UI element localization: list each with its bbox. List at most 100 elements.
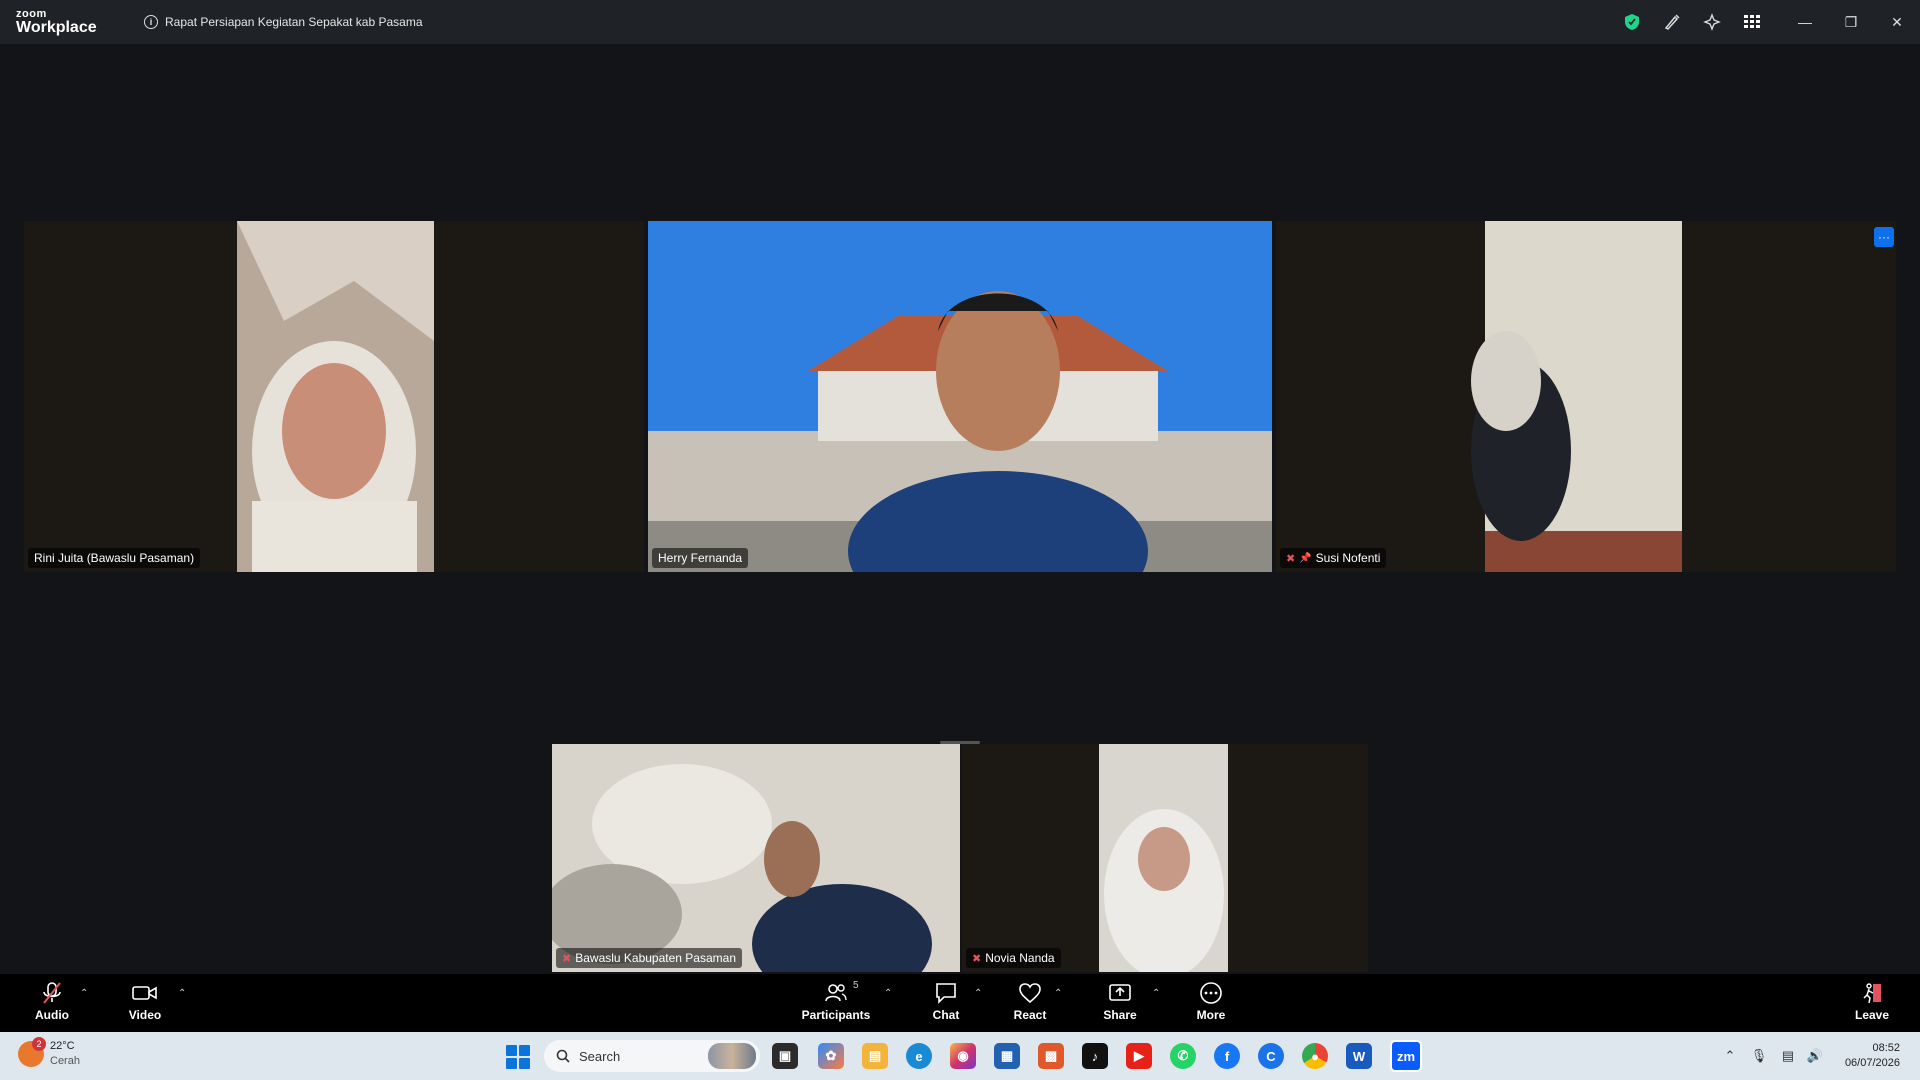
react-options-caret-icon[interactable]: ⌃: [1054, 988, 1062, 999]
name-tag: Rini Juita (Bawaslu Pasaman): [28, 548, 201, 568]
task-view-icon[interactable]: ▣: [772, 1043, 798, 1069]
chrome-icon[interactable]: ●: [1302, 1043, 1328, 1069]
meeting-toolbar: Audio ⌃ Video ⌃ Participants 5 ⌃ Chat ⌃ …: [0, 974, 1920, 1032]
meeting-title: Rapat Persiapan Kegiatan Sepakat kab Pas…: [165, 15, 423, 29]
minimize-button[interactable]: —: [1782, 0, 1828, 44]
audio-options-caret-icon[interactable]: ⌃: [80, 988, 88, 999]
participants-label: Participants: [801, 1008, 871, 1022]
more-button[interactable]: More: [1176, 980, 1246, 1022]
tray-network-icon[interactable]: ▤: [1774, 1048, 1802, 1064]
video-tile-susi[interactable]: ✖ 📌 Susi Nofenti: [1276, 221, 1896, 572]
browser-c-icon[interactable]: C: [1258, 1043, 1284, 1069]
participant-name: Rini Juita (Bawaslu Pasaman): [34, 551, 195, 565]
react-label: React: [1013, 1008, 1047, 1022]
video-button[interactable]: Video: [110, 980, 180, 1022]
search-icon: [556, 1049, 570, 1063]
microsoft-store-icon[interactable]: ▦: [994, 1043, 1020, 1069]
participant-name: Herry Fernanda: [658, 551, 743, 565]
pin-icon: 📌: [1299, 552, 1312, 564]
facebook-icon[interactable]: f: [1214, 1043, 1240, 1069]
share-screen-icon: [1109, 984, 1131, 1001]
more-ellipsis-icon: [1200, 982, 1222, 1004]
weather-widget[interactable]: 2 22°C Cerah: [18, 1037, 80, 1069]
security-shield-icon[interactable]: [1612, 0, 1652, 44]
chat-options-caret-icon[interactable]: ⌃: [974, 988, 982, 999]
mic-muted-icon: [43, 982, 61, 1004]
video-tile-rini[interactable]: Rini Juita (Bawaslu Pasaman): [24, 221, 644, 572]
instagram-icon[interactable]: ◉: [950, 1043, 976, 1069]
participants-button[interactable]: Participants: [801, 980, 871, 1022]
whiteboard-pen-icon[interactable]: [1652, 0, 1692, 44]
leave-button[interactable]: Leave: [1837, 980, 1907, 1022]
leave-door-icon: [1863, 983, 1881, 1004]
clock-date: 06/07/2026: [1844, 1057, 1900, 1069]
name-tag: ✖ Novia Nanda: [966, 948, 1061, 968]
video-tile-herry[interactable]: Herry Fernanda: [648, 221, 1272, 572]
restore-button[interactable]: ❐: [1828, 0, 1874, 44]
youtube-icon[interactable]: ▶: [1126, 1043, 1152, 1069]
info-icon[interactable]: i: [144, 15, 158, 29]
chat-bubble-icon: [936, 983, 956, 1004]
video-options-caret-icon[interactable]: ⌃: [178, 988, 186, 999]
meeting-info[interactable]: i Rapat Persiapan Kegiatan Sepakat kab P…: [144, 15, 423, 29]
ai-companion-sparkle-icon[interactable]: [1692, 0, 1732, 44]
taskbar-search[interactable]: Search: [544, 1040, 760, 1072]
video-feed-susi: [1471, 221, 1682, 572]
react-button[interactable]: React: [995, 980, 1065, 1022]
heart-icon: [1019, 983, 1041, 1004]
view-grid-icon[interactable]: [1732, 0, 1772, 44]
clock-time: 08:52: [1872, 1042, 1900, 1054]
name-tag: ✖ Bawaslu Kabupaten Pasaman: [556, 948, 742, 968]
chat-label: Chat: [932, 1008, 960, 1022]
word-icon[interactable]: W: [1346, 1043, 1372, 1069]
name-tag: ✖ 📌 Susi Nofenti: [1280, 548, 1387, 568]
copilot-icon[interactable]: ✿: [818, 1043, 844, 1069]
weather-temperature: 22°C: [50, 1040, 75, 1052]
weather-sun-icon: 2: [18, 1037, 46, 1067]
logo-zoom: zoom: [16, 7, 47, 20]
office-box-icon[interactable]: ▩: [1038, 1043, 1064, 1069]
participant-name: Novia Nanda: [985, 951, 1055, 965]
more-options-button[interactable]: ···: [1874, 227, 1894, 247]
tiktok-icon[interactable]: ♪: [1082, 1043, 1108, 1069]
video-tile-bawaslu[interactable]: ✖ Bawaslu Kabupaten Pasaman: [552, 744, 960, 972]
tray-volume-icon[interactable]: 🔊: [1802, 1048, 1828, 1064]
name-tag: Herry Fernanda: [652, 548, 749, 568]
title-bar: zoom Workplace i Rapat Persiapan Kegiata…: [0, 0, 1920, 44]
audio-label: Audio: [35, 1008, 69, 1022]
participants-options-caret-icon[interactable]: ⌃: [884, 988, 892, 999]
mic-muted-icon: ✖: [562, 952, 572, 965]
share-options-caret-icon[interactable]: ⌃: [1152, 988, 1160, 999]
participants-icon: [825, 984, 847, 1002]
zoom-app-icon[interactable]: zm: [1390, 1040, 1422, 1072]
video-label: Video: [128, 1008, 162, 1022]
share-label: Share: [1103, 1008, 1137, 1022]
video-feed-rini: [237, 221, 434, 572]
whatsapp-icon[interactable]: ✆: [1170, 1043, 1196, 1069]
weather-badge: 2: [32, 1037, 46, 1051]
video-tile-novia[interactable]: ✖ Novia Nanda: [962, 744, 1368, 972]
video-feed-bawaslu: [552, 744, 960, 972]
video-feed-herry: [648, 221, 1272, 572]
audio-button[interactable]: Audio: [17, 980, 87, 1022]
windows-start-icon[interactable]: [506, 1045, 530, 1069]
search-highlight-image: [708, 1043, 756, 1069]
file-explorer-icon[interactable]: ▤: [862, 1043, 888, 1069]
participants-count: 5: [853, 980, 859, 991]
windows-taskbar: 2 22°C Cerah Search ▣ ✿ ▤ e ◉ ▦ ▩ ♪ ▶ ✆ …: [0, 1032, 1920, 1080]
edge-browser-icon[interactable]: e: [906, 1043, 932, 1069]
share-button[interactable]: Share: [1085, 980, 1155, 1022]
zoom-logo: zoom Workplace: [16, 7, 116, 36]
logo-workplace: Workplace: [16, 18, 97, 36]
tray-overflow-chevron-icon[interactable]: ⌃: [1716, 1048, 1744, 1064]
leave-label: Leave: [1854, 1008, 1890, 1022]
chat-button[interactable]: Chat: [911, 980, 981, 1022]
participant-name: Susi Nofenti: [1315, 551, 1381, 565]
tray-microphone-icon[interactable]: 🎙: [1744, 1048, 1774, 1064]
mic-muted-icon: ✖: [972, 952, 982, 965]
close-button[interactable]: ✕: [1874, 0, 1920, 44]
taskbar-clock[interactable]: 08:52 06/07/2026: [1845, 1041, 1900, 1071]
weather-condition: Cerah: [50, 1055, 80, 1067]
video-feed-novia: [1099, 744, 1228, 972]
video-camera-icon: [132, 986, 157, 1000]
